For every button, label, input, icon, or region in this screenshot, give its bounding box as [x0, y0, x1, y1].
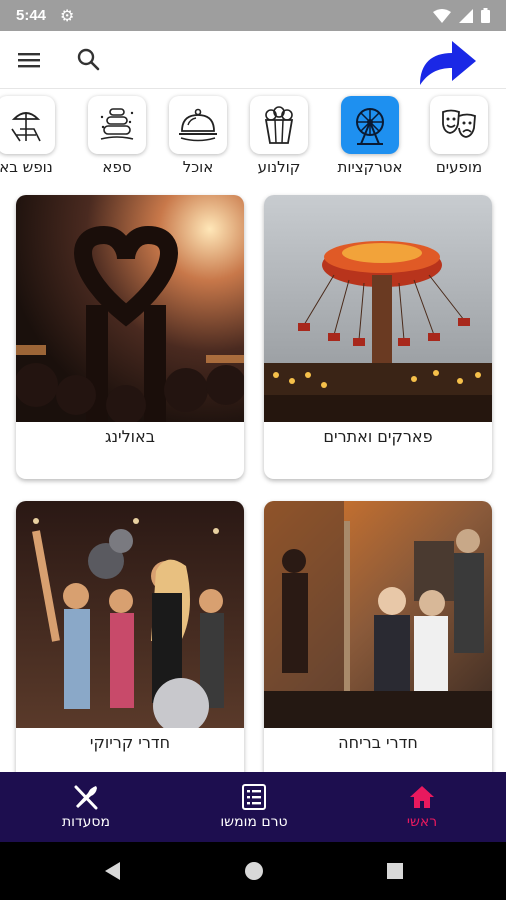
category-label: קולנוע [257, 158, 301, 176]
share-button[interactable] [412, 33, 482, 89]
concert-crowd-image [16, 195, 244, 422]
category-spa[interactable]: ספא [77, 96, 157, 178]
category-food[interactable]: אוכל [158, 96, 238, 178]
category-attractions[interactable]: אטרקציות [330, 96, 410, 178]
category-shows[interactable]: מופעים [419, 96, 499, 178]
menu-button[interactable] [14, 47, 46, 73]
category-card-grid: פארקים ואתרים באולינג חדרי בריחה חדרי קר… [0, 182, 506, 772]
category-cinema[interactable]: קולנוע [239, 96, 319, 178]
bottom-navigation: ראשי טרם מומשו מסעדות [0, 772, 506, 842]
category-label: נופש בא [0, 158, 53, 176]
card-title: באולינג [105, 427, 155, 446]
nav-restaurants[interactable]: מסעדות [16, 772, 156, 842]
amusement-park-image [264, 195, 492, 422]
beach-chair-icon [11, 112, 41, 142]
app-bar [0, 31, 506, 89]
nav-home[interactable]: ראשי [352, 772, 492, 842]
nav-label: מסעדות [61, 814, 110, 830]
category-icon-box [430, 96, 488, 154]
battery-icon [481, 8, 490, 23]
back-icon[interactable] [100, 858, 126, 884]
theater-masks-icon [442, 109, 476, 138]
category-icon-box [88, 96, 146, 154]
nav-label: טרם מומשו [220, 814, 288, 830]
card-image [16, 195, 244, 422]
home-circle-icon[interactable] [241, 858, 267, 884]
system-navigation-bar [0, 842, 506, 900]
card-image [16, 501, 244, 728]
card-title: חדרי בריחה [338, 733, 418, 752]
escape-room-image [264, 501, 492, 728]
signal-icon [459, 8, 473, 23]
fork-knife-icon [74, 785, 98, 810]
category-icon-box [169, 96, 227, 154]
search-button[interactable] [74, 45, 104, 75]
status-indicators [433, 8, 490, 23]
card-title: פארקים ואתרים [323, 427, 433, 446]
category-label: ספא [102, 158, 132, 176]
card-escape-rooms[interactable]: חדרי בריחה [264, 501, 492, 772]
spa-stones-icon [100, 108, 134, 140]
ferris-wheel-icon [356, 108, 384, 145]
category-label: אטרקציות [337, 158, 403, 176]
category-strip: מופעים אטרקציות קולנוע אוכל ספא נופש בא [0, 90, 506, 182]
wifi-icon [433, 8, 451, 23]
recents-icon[interactable] [382, 858, 408, 884]
category-label: מופעים [435, 158, 483, 176]
card-title: חדרי קריוקי [89, 733, 171, 752]
share-arrow-icon [420, 41, 476, 85]
category-icon-box [250, 96, 308, 154]
status-time: 5:44 [16, 7, 47, 24]
settings-gear-icon: ⚙ [60, 6, 75, 25]
search-icon [77, 48, 100, 71]
nav-menu-list[interactable]: טרם מומשו [184, 772, 324, 842]
card-parks[interactable]: פארקים ואתרים [264, 195, 492, 479]
home-icon [410, 786, 434, 808]
popcorn-icon [264, 106, 294, 144]
status-bar: 5:44 ⚙ [0, 0, 506, 31]
hamburger-menu-icon [18, 53, 40, 68]
category-vacation[interactable]: נופש בא [0, 96, 66, 178]
karaoke-party-image [16, 501, 244, 728]
card-karaoke[interactable]: חדרי קריוקי [16, 501, 244, 772]
card-image [264, 195, 492, 422]
category-icon-box [0, 96, 55, 154]
nav-label: ראשי [406, 814, 438, 830]
list-icon [242, 784, 266, 810]
food-cloche-icon [179, 108, 217, 142]
category-label: אוכל [182, 158, 214, 176]
card-image [264, 501, 492, 728]
category-icon-box [341, 96, 399, 154]
card-bowling[interactable]: באולינג [16, 195, 244, 479]
